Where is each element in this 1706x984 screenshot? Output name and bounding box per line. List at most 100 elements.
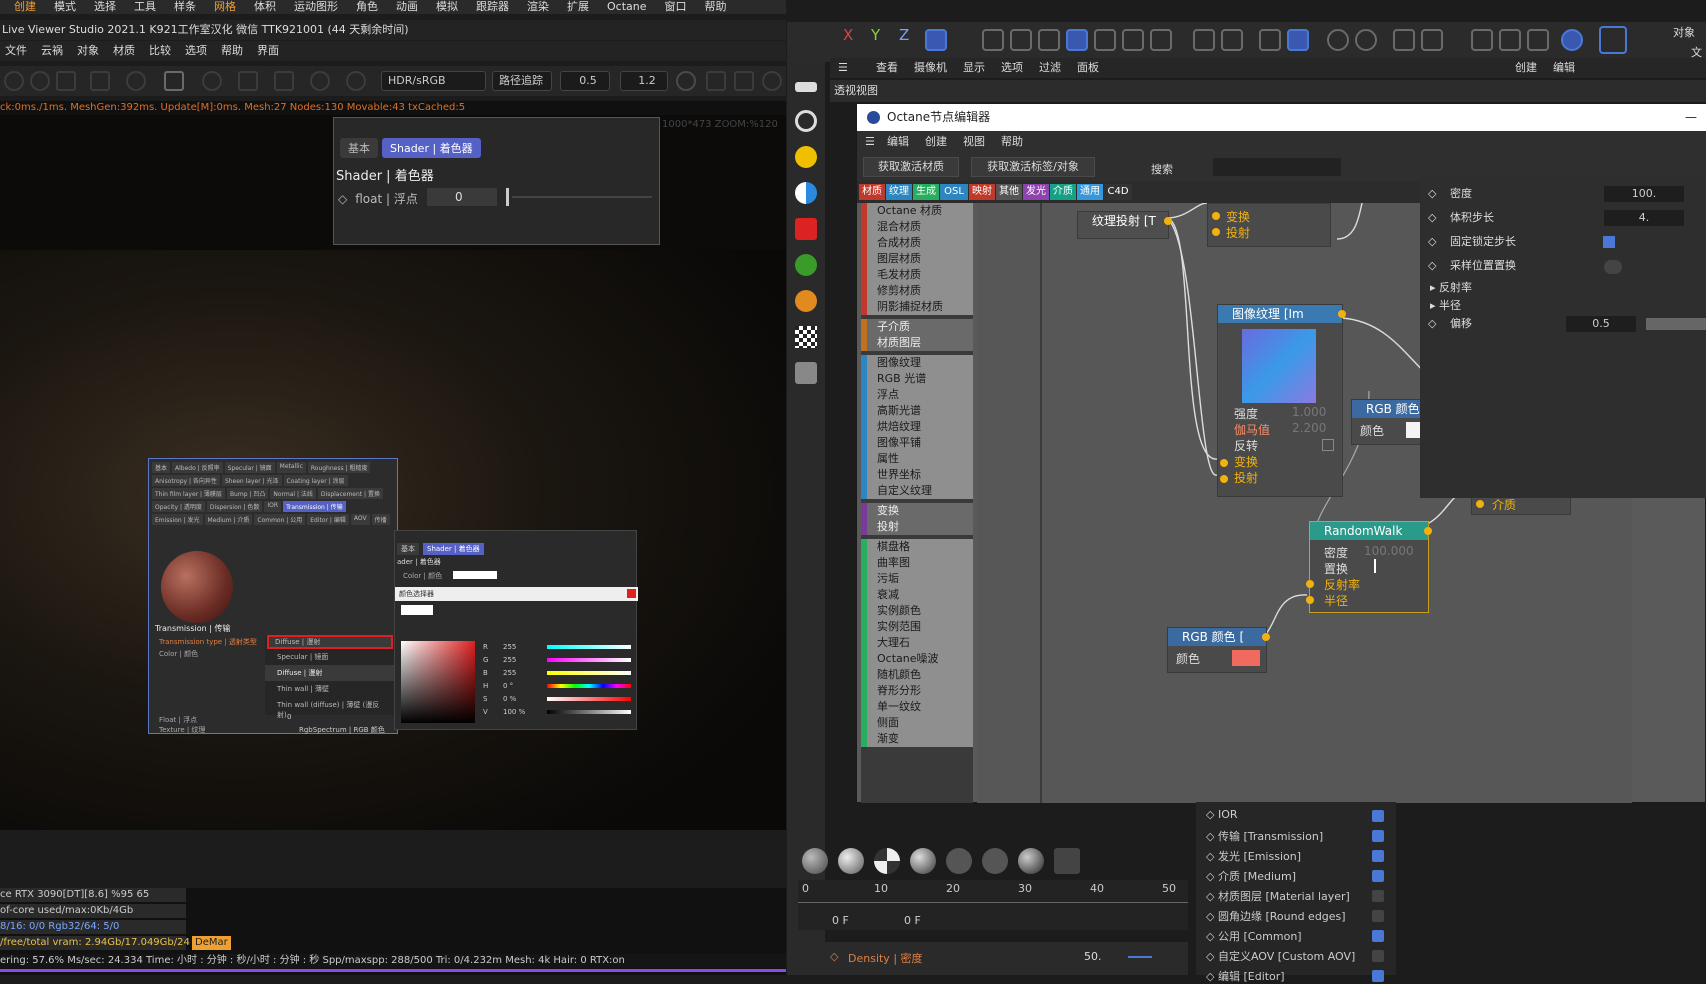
layer-checkbox[interactable] (1372, 870, 1384, 882)
menu-item-window[interactable]: 窗口 (665, 0, 687, 14)
cp-slider-row[interactable]: G 255 (483, 654, 633, 667)
rw-reflectance-input[interactable]: 反射率 (1324, 576, 1360, 593)
axis-mode-icon[interactable] (1122, 29, 1144, 51)
stub-projection-input[interactable]: 投射 (1226, 224, 1250, 241)
prop-offset-slider[interactable] (1646, 318, 1706, 330)
render-icon[interactable] (1327, 29, 1349, 51)
node-list-item[interactable]: 毛发材质 (861, 267, 973, 283)
layer-checkbox[interactable] (1372, 950, 1384, 962)
node-list-item[interactable]: RGB 光谱 (861, 371, 973, 387)
gear-icon[interactable] (126, 71, 146, 91)
node-list-item[interactable]: 变换 (861, 503, 973, 519)
pause-icon[interactable] (56, 71, 76, 91)
hamburger-icon[interactable]: ☰ (838, 58, 860, 78)
hamburger-icon[interactable]: ☰ (865, 131, 875, 153)
grid-icon[interactable] (1259, 29, 1281, 51)
lv-menu-help[interactable]: 帮助 (221, 41, 243, 61)
category-tab[interactable]: 材质 (859, 184, 885, 200)
material-tab[interactable]: Editor | 编辑 (307, 514, 349, 525)
material-input-port[interactable]: 介质 (1476, 496, 1516, 513)
menu-item-render[interactable]: 渲染 (527, 0, 549, 14)
clapper3-icon[interactable] (1527, 29, 1549, 51)
port-dot[interactable] (1424, 527, 1432, 535)
mat-ball-curve[interactable] (1054, 848, 1080, 874)
oct-menu-create[interactable]: 创建 (925, 131, 947, 153)
mat-ball-diffuse[interactable] (802, 848, 828, 874)
env-icon[interactable] (795, 182, 817, 204)
cp-slider-row[interactable]: B 255 (483, 667, 633, 680)
transmission-dropdown[interactable]: Diffuse | 漫射 Specular | 镜面 Diffuse | 漫射 … (265, 635, 395, 719)
category-tab[interactable]: 生成 (913, 184, 939, 200)
transform-stub-node[interactable]: 变换 投射 (1207, 203, 1331, 247)
menu-item-create[interactable]: 创建 (14, 0, 36, 14)
img-projection-input[interactable]: 投射 (1234, 469, 1258, 486)
port-dot[interactable] (1212, 228, 1220, 236)
node-list-item[interactable]: 材质图层 (861, 335, 973, 351)
node-list-item[interactable]: Octane噪波 (861, 651, 973, 667)
menu-item-volume[interactable]: 体积 (254, 0, 276, 14)
lock-icon[interactable] (164, 71, 184, 91)
node-list-item[interactable]: 单一纹纹 (861, 699, 973, 715)
category-tab[interactable]: 通用 (1077, 184, 1103, 200)
category-tab[interactable]: 纹理 (886, 184, 912, 200)
material-tab[interactable]: Coating layer | 涂层 (283, 475, 348, 486)
target-icon[interactable] (795, 110, 817, 132)
node-list-item[interactable]: 自定义纹理 (861, 483, 973, 499)
material-tab[interactable]: Emission | 发光 (152, 514, 203, 525)
cp-channel-slider[interactable] (547, 658, 631, 662)
cp-channel-slider[interactable] (547, 697, 631, 701)
prop-lock-checkbox[interactable] (1603, 236, 1615, 248)
material-tab[interactable]: AOV (350, 514, 370, 525)
tab-basic[interactable]: 基本 (340, 138, 378, 158)
material-tab[interactable]: Common | 公用 (254, 514, 306, 525)
material-tab[interactable]: Bump | 凹凸 (226, 488, 269, 499)
points-mode-icon[interactable] (982, 29, 1004, 51)
category-tab[interactable]: C4D (1104, 184, 1132, 200)
checker-icon[interactable] (795, 326, 817, 348)
frame-end[interactable]: 0 F (904, 914, 921, 927)
category-tab[interactable]: 映射 (969, 184, 995, 200)
node-list-item[interactable]: 污垢 (861, 571, 973, 587)
strength-value[interactable]: 1.000 (1292, 405, 1326, 419)
node-list-item[interactable]: 子介质 (861, 319, 973, 335)
layer-checkbox[interactable] (1372, 810, 1384, 822)
texture-projection-node[interactable]: 纹理投射 [T (1077, 211, 1172, 239)
material-tab[interactable]: Thin film layer | 薄膜层 (152, 488, 225, 499)
rgb2-swatch[interactable] (1232, 650, 1260, 666)
value-a-field[interactable]: 0.5 (560, 71, 610, 91)
lv-menu-file[interactable]: 文件 (5, 41, 27, 61)
texture-mode-icon[interactable] (1150, 29, 1172, 51)
menu-item-animate[interactable]: 动画 (396, 0, 418, 14)
get-active-tag-button[interactable]: 获取激活标签/对象 (971, 157, 1095, 177)
category-tab[interactable]: 其他 (996, 184, 1022, 200)
node-list-item[interactable]: 合成材质 (861, 235, 973, 251)
menu-item-simulate[interactable]: 模拟 (436, 0, 458, 14)
material-icon[interactable] (346, 71, 366, 91)
obj-menu-create[interactable]: 创建 (1515, 58, 1537, 78)
material-tab[interactable]: Metallic (276, 462, 306, 473)
material-tab[interactable]: Dispersion | 色散 (206, 501, 263, 512)
vp-menu-options[interactable]: 选项 (1001, 58, 1023, 78)
focus-icon[interactable] (310, 71, 330, 91)
dropdown-selected[interactable]: Diffuse | 漫射 (267, 635, 393, 649)
category-tab[interactable]: 介质 (1050, 184, 1076, 200)
magnet-icon[interactable] (1193, 29, 1215, 51)
node-list-item[interactable]: 修剪材质 (861, 283, 973, 299)
cp-slider-row[interactable]: H 0 ° (483, 680, 633, 693)
add-icon[interactable] (238, 71, 258, 91)
dropdown-option-thinwall-diffuse[interactable]: Thin wall (diffuse) | 薄壁 (漫反射) (265, 697, 395, 723)
node-list-item[interactable]: 渐变 (861, 731, 973, 747)
menu-item-mode[interactable]: 模式 (54, 0, 76, 14)
port-dot[interactable] (1306, 596, 1314, 604)
randomwalk-node[interactable]: RandomWalk 密度 100.000 置换 反射率 半径 (1306, 521, 1432, 613)
mat-ball-blend[interactable] (982, 848, 1008, 874)
lv-menu-compare[interactable]: 比较 (149, 41, 171, 61)
node-list-item[interactable]: 实例颜色 (861, 603, 973, 619)
material-tab[interactable]: Albedo | 反照率 (172, 462, 223, 473)
region-icon[interactable] (90, 71, 110, 91)
density-value[interactable]: 50. (1084, 950, 1102, 963)
img-transform-input[interactable]: 变换 (1234, 453, 1258, 470)
world-coord-icon[interactable] (925, 29, 947, 51)
node-list-item[interactable]: 烘焙纹理 (861, 419, 973, 435)
vp-menu-panel[interactable]: 面板 (1077, 58, 1099, 78)
